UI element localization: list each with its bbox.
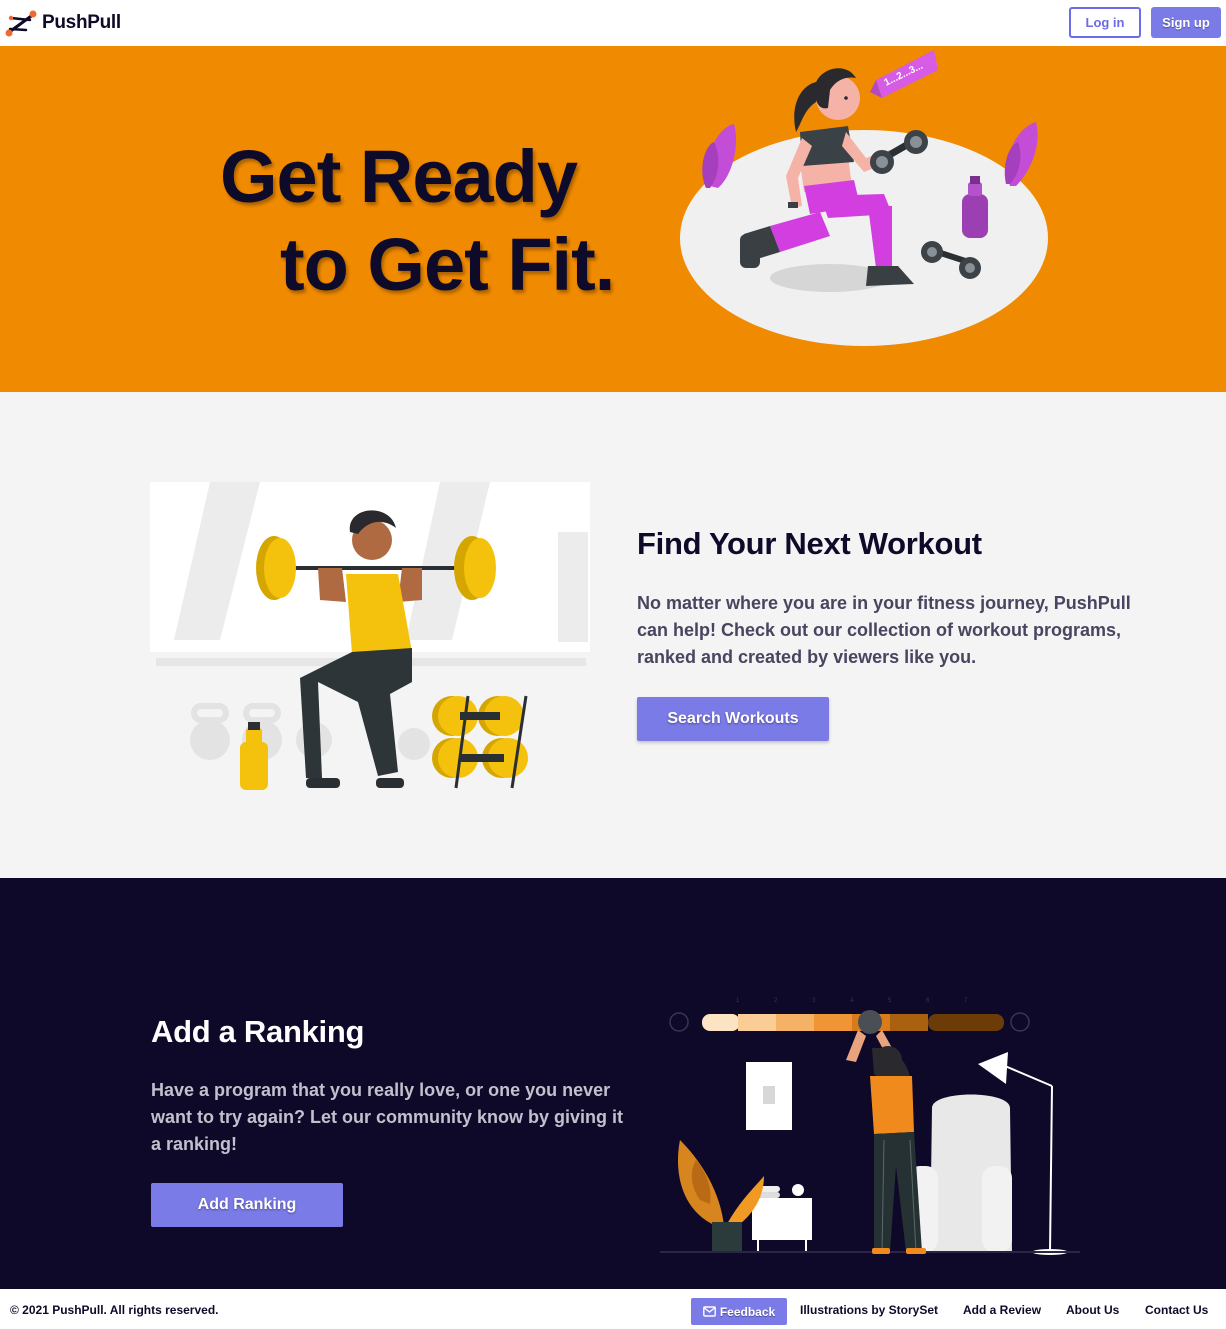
signup-button[interactable]: Sign up (1151, 7, 1221, 38)
footer-link-add-review[interactable]: Add a Review (963, 1303, 1041, 1317)
find-workout-section: Find Your Next Workout No matter where y… (0, 392, 1226, 878)
feedback-button[interactable]: Feedback (691, 1298, 787, 1325)
hero-fitness-woman-illustration: 1...2...3... (680, 50, 1048, 346)
svg-text:2: 2 (774, 998, 778, 1004)
hero-headline-line2: to Get Fit. (280, 223, 615, 306)
ranking-section-description: Have a program that you really love, or … (151, 1080, 624, 1154)
brand-logo-link[interactable]: PushPull (4, 6, 121, 40)
feedback-label: Feedback (719, 1304, 776, 1319)
workout-section-title: Find Your Next Workout (637, 526, 982, 561)
footer-link-storyset[interactable]: Illustrations by StorySet (800, 1303, 938, 1317)
add-ranking-button[interactable]: Add Ranking (151, 1183, 343, 1227)
top-navbar: PushPull Log in Sign up (0, 0, 1226, 46)
counter-sign: 1...2...3... (870, 50, 938, 98)
search-workouts-button[interactable]: Search Workouts (637, 697, 829, 741)
ranking-section-title: Add a Ranking (151, 1014, 365, 1049)
feedback-mail-icon (702, 1306, 716, 1317)
copyright-text: © 2021 PushPull. All rights reserved. (10, 1303, 219, 1317)
svg-text:4: 4 (850, 998, 854, 1004)
rating-scale-numbers: 1 2 3 4 5 6 7 (736, 998, 968, 1004)
pushpull-logo-icon (5, 10, 37, 37)
svg-text:1: 1 (736, 998, 740, 1004)
hero-headline-line1: Get Ready (220, 135, 578, 218)
footer-link-contact-us[interactable]: Contact Us (1145, 1303, 1208, 1317)
rating-scale-bar (669, 1012, 1030, 1032)
add-ranking-section: Add a Ranking Have a program that you re… (0, 878, 1226, 1289)
hero-section: Get Ready to Get Fit. 1...2...3... (0, 46, 1226, 392)
workout-section-description: No matter where you are in your fitness … (637, 593, 1131, 667)
svg-text:3: 3 (812, 998, 816, 1004)
footer-link-about-us[interactable]: About Us (1066, 1303, 1119, 1317)
weightlifting-man-illustration (150, 482, 590, 790)
page-footer: © 2021 PushPull. All rights reserved. Fe… (0, 1289, 1226, 1329)
svg-text:5: 5 (888, 998, 892, 1004)
ranking-woman-illustration: 1 2 3 4 5 6 7 (660, 998, 1080, 1255)
brand-name: PushPull (42, 12, 121, 33)
login-button[interactable]: Log in (1069, 7, 1141, 38)
svg-text:7: 7 (964, 998, 968, 1004)
svg-text:6: 6 (926, 998, 930, 1004)
